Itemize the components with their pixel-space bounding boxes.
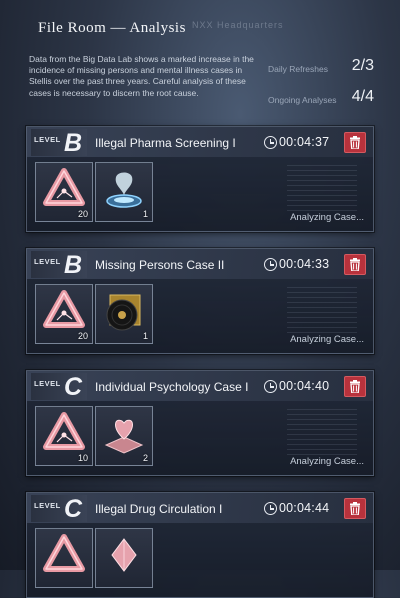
triangle-emblem-icon [43, 168, 85, 206]
item-slot[interactable]: 20 [35, 162, 93, 222]
item-count: 1 [142, 331, 148, 341]
ongoing-analyses-label: Ongoing Analyses [268, 95, 337, 105]
clock-icon [264, 380, 277, 393]
daily-refreshes-label: Daily Refreshes [268, 64, 328, 74]
trash-icon [350, 502, 360, 515]
level-badge: LEVEL B [31, 129, 87, 157]
daily-refreshes-value: 2/3 [351, 57, 374, 74]
delete-case-button[interactable] [344, 132, 366, 153]
level-grade: B [64, 251, 83, 279]
trash-icon [350, 136, 360, 149]
triangle-emblem-icon [43, 534, 85, 572]
trash-icon [350, 380, 360, 393]
case-card[interactable]: LEVEL B Illegal Pharma Screening I 00:04… [26, 126, 374, 232]
case-card[interactable]: LEVEL B Missing Persons Case II 00:04:33… [26, 248, 374, 354]
item-count: 20 [77, 209, 88, 219]
item-slot[interactable] [35, 528, 93, 588]
delete-case-button[interactable] [344, 254, 366, 275]
item-count: 20 [77, 331, 88, 341]
level-grade: C [64, 373, 83, 401]
case-card[interactable]: LEVEL C Individual Psychology Case I 00:… [26, 370, 374, 476]
background-pattern [287, 287, 357, 333]
item-slot[interactable]: 20 [35, 284, 93, 344]
level-badge: LEVEL C [31, 495, 87, 523]
item-count: 2 [142, 453, 148, 463]
case-timer: 00:04:40 [279, 379, 330, 393]
level-label: LEVEL [34, 501, 61, 510]
item-slot[interactable]: 1 [95, 284, 153, 344]
background-pattern [287, 165, 357, 211]
hologram-device-icon [106, 172, 142, 208]
level-label: LEVEL [34, 257, 61, 266]
level-grade: B [64, 129, 83, 157]
level-badge: LEVEL C [31, 373, 87, 401]
item-slot[interactable] [95, 528, 153, 588]
background-pattern [287, 409, 357, 455]
level-grade: C [64, 495, 83, 523]
case-title: Illegal Drug Circulation I [95, 502, 223, 516]
item-slot[interactable]: 10 [35, 406, 93, 466]
header-title: File Room — Analysis [38, 20, 186, 36]
delete-case-button[interactable] [344, 498, 366, 519]
level-label: LEVEL [34, 379, 61, 388]
diamond-crystal-icon [111, 538, 137, 572]
item-slot[interactable]: 2 [95, 406, 153, 466]
case-status: Analyzing Case... [290, 212, 364, 223]
case-title: Illegal Pharma Screening I [95, 136, 236, 150]
triangle-emblem-icon [43, 412, 85, 450]
case-card[interactable]: LEVEL C Illegal Drug Circulation I 00:04… [26, 492, 374, 598]
heart-crystal-icon [104, 419, 144, 454]
case-status: Analyzing Case... [290, 334, 364, 345]
description-text: Data from the Big Data Lab shows a marke… [29, 54, 254, 98]
clock-icon [264, 258, 277, 271]
triangle-emblem-icon [43, 290, 85, 328]
case-timer: 00:04:44 [279, 501, 330, 515]
level-badge: LEVEL B [31, 251, 87, 279]
item-count: 1 [142, 209, 148, 219]
case-title: Missing Persons Case II [95, 258, 225, 272]
vinyl-record-icon [106, 294, 141, 331]
case-timer: 00:04:37 [279, 135, 330, 149]
ongoing-analyses-value: 4/4 [351, 88, 374, 105]
clock-icon [264, 136, 277, 149]
delete-case-button[interactable] [344, 376, 366, 397]
case-status: Analyzing Case... [290, 456, 364, 467]
item-count: 10 [77, 453, 88, 463]
case-title: Individual Psychology Case I [95, 380, 249, 394]
case-timer: 00:04:33 [279, 257, 330, 271]
header-subtitle: NXX Headquarters [192, 20, 284, 30]
level-label: LEVEL [34, 135, 61, 144]
item-slot[interactable]: 1 [95, 162, 153, 222]
clock-icon [264, 502, 277, 515]
trash-icon [350, 258, 360, 271]
